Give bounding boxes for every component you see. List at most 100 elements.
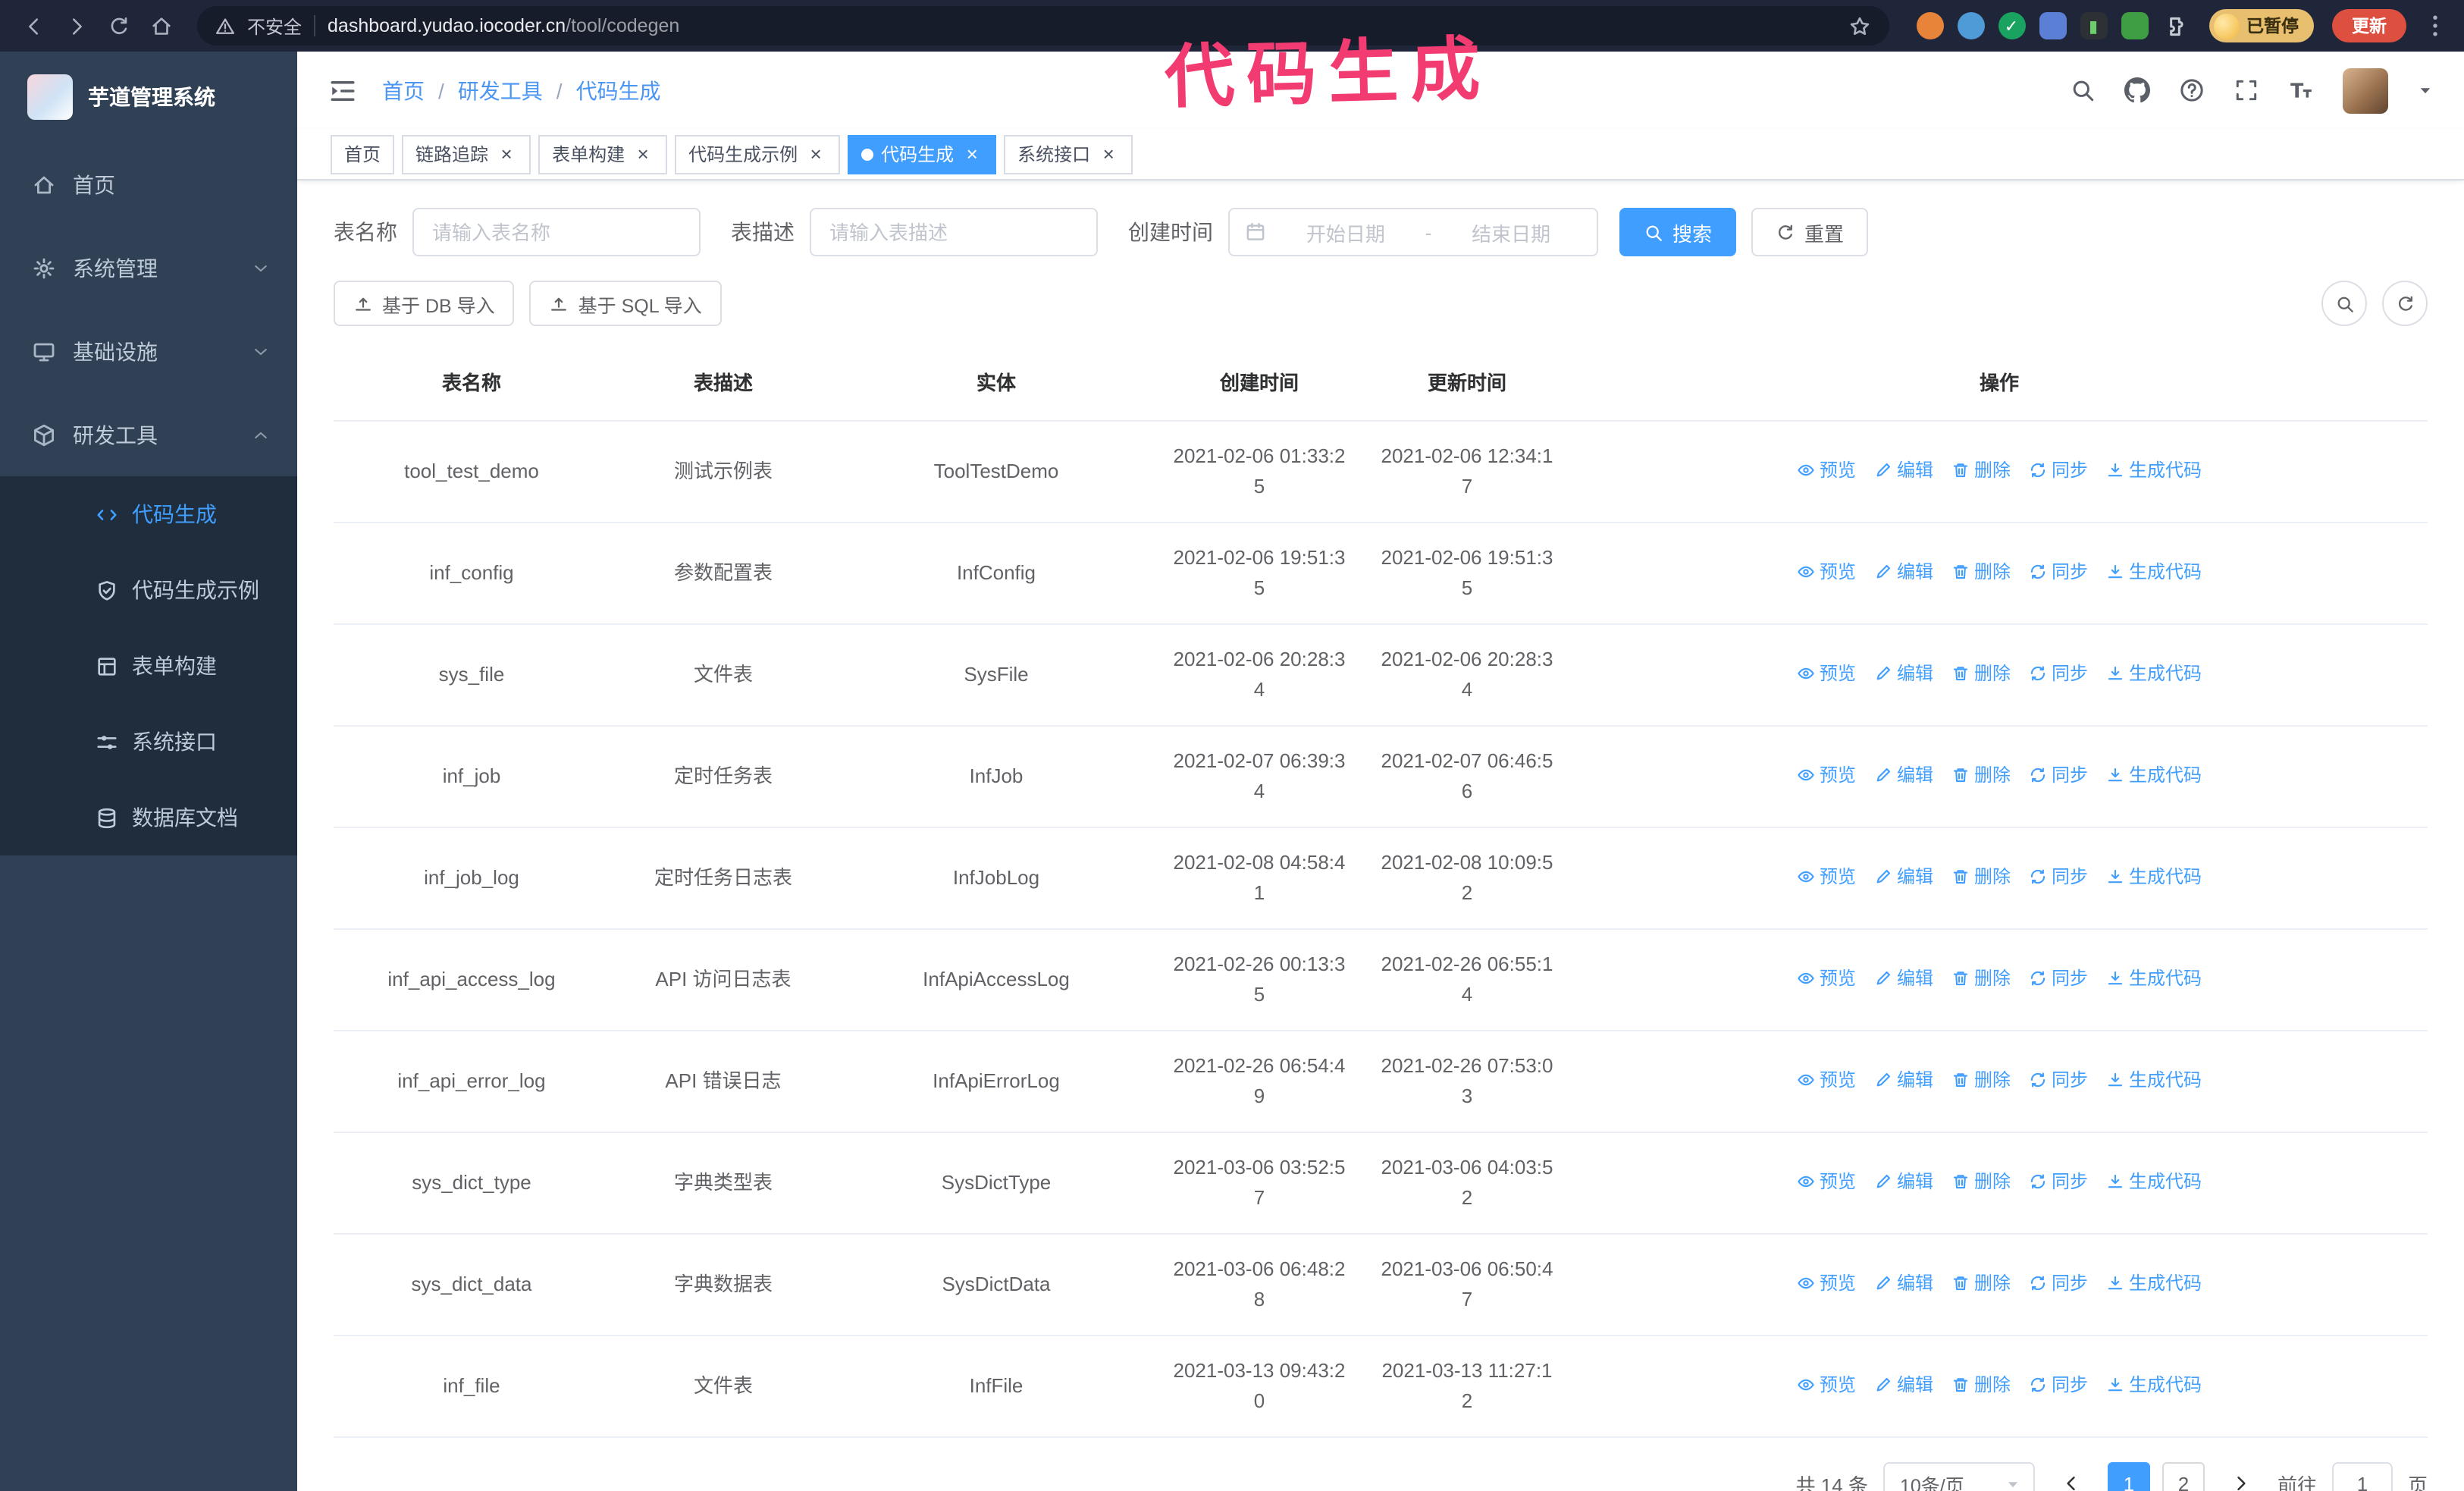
delete-link[interactable]: 删除 bbox=[1951, 1166, 2011, 1197]
tab-codegen[interactable]: 代码生成 × bbox=[848, 134, 997, 174]
help-icon[interactable] bbox=[2179, 77, 2205, 103]
edit-link[interactable]: 编辑 bbox=[1874, 1370, 1933, 1400]
table-desc-input[interactable] bbox=[810, 208, 1098, 256]
table-name-input[interactable] bbox=[412, 208, 701, 256]
delete-link[interactable]: 删除 bbox=[1951, 1268, 2011, 1298]
user-avatar[interactable] bbox=[2343, 67, 2388, 113]
sync-link[interactable]: 同步 bbox=[2029, 963, 2088, 993]
tab-close-icon[interactable]: × bbox=[1098, 143, 1119, 165]
sidebar-item-system[interactable]: 系统管理 bbox=[0, 226, 297, 309]
sidebar-item-infra[interactable]: 基础设施 bbox=[0, 309, 297, 393]
edit-link[interactable]: 编辑 bbox=[1874, 862, 1933, 892]
generate-code-link[interactable]: 生成代码 bbox=[2106, 963, 2202, 993]
sidebar-item-system-api[interactable]: 系统接口 bbox=[0, 704, 297, 780]
delete-link[interactable]: 删除 bbox=[1951, 557, 2011, 587]
date-range-picker[interactable]: 开始日期 - 结束日期 bbox=[1228, 208, 1598, 256]
edit-link[interactable]: 编辑 bbox=[1874, 760, 1933, 790]
generate-code-link[interactable]: 生成代码 bbox=[2106, 1065, 2202, 1095]
next-page-button[interactable] bbox=[2220, 1462, 2262, 1491]
font-size-icon[interactable] bbox=[2288, 77, 2314, 103]
tab-close-icon[interactable]: × bbox=[805, 143, 826, 165]
sidebar-item-codegen-example[interactable]: 代码生成示例 bbox=[0, 552, 297, 628]
address-bar[interactable]: 不安全 dashboard.yudao.iocoder.cn/tool/code… bbox=[197, 6, 1889, 46]
extension-icon[interactable] bbox=[2039, 12, 2066, 39]
prev-page-button[interactable] bbox=[2050, 1462, 2093, 1491]
sidebar-item-form-builder[interactable]: 表单构建 bbox=[0, 628, 297, 704]
tab-close-icon[interactable]: × bbox=[961, 143, 983, 165]
github-icon[interactable] bbox=[2124, 77, 2150, 103]
delete-link[interactable]: 删除 bbox=[1951, 1370, 2011, 1400]
browser-home-icon[interactable] bbox=[143, 8, 179, 44]
tab-tracing[interactable]: 链路追踪 × bbox=[402, 134, 531, 174]
edit-link[interactable]: 编辑 bbox=[1874, 1268, 1933, 1298]
delete-link[interactable]: 删除 bbox=[1951, 658, 2011, 689]
sidebar-fold-icon[interactable] bbox=[328, 75, 358, 105]
delete-link[interactable]: 删除 bbox=[1951, 963, 2011, 993]
refresh-table-button[interactable] bbox=[2382, 281, 2428, 326]
search-icon[interactable] bbox=[2070, 77, 2096, 103]
tab-home[interactable]: 首页 bbox=[331, 134, 395, 174]
page-button-1[interactable]: 1 bbox=[2107, 1462, 2150, 1491]
extension-icon[interactable] bbox=[1957, 12, 1984, 39]
edit-link[interactable]: 编辑 bbox=[1874, 963, 1933, 993]
preview-link[interactable]: 预览 bbox=[1797, 1065, 1856, 1095]
generate-code-link[interactable]: 生成代码 bbox=[2106, 455, 2202, 485]
edit-link[interactable]: 编辑 bbox=[1874, 1166, 1933, 1197]
edit-link[interactable]: 编辑 bbox=[1874, 1065, 1933, 1095]
reload-icon[interactable] bbox=[100, 8, 136, 44]
extension-icon[interactable] bbox=[2121, 12, 2148, 39]
generate-code-link[interactable]: 生成代码 bbox=[2106, 658, 2202, 689]
tab-close-icon[interactable]: × bbox=[632, 143, 654, 165]
generate-code-link[interactable]: 生成代码 bbox=[2106, 1370, 2202, 1400]
sync-link[interactable]: 同步 bbox=[2029, 1370, 2088, 1400]
end-date-placeholder[interactable]: 结束日期 bbox=[1440, 218, 1582, 246]
browser-update-button[interactable]: 更新 bbox=[2332, 9, 2406, 42]
tab-close-icon[interactable]: × bbox=[496, 143, 517, 165]
star-icon[interactable] bbox=[1848, 14, 1870, 37]
sync-link[interactable]: 同步 bbox=[2029, 1268, 2088, 1298]
tab-form-builder[interactable]: 表单构建 × bbox=[538, 134, 668, 174]
preview-link[interactable]: 预览 bbox=[1797, 1166, 1856, 1197]
edit-link[interactable]: 编辑 bbox=[1874, 455, 1933, 485]
generate-code-link[interactable]: 生成代码 bbox=[2106, 1166, 2202, 1197]
tab-system-api[interactable]: 系统接口 × bbox=[1004, 134, 1133, 174]
fullscreen-icon[interactable] bbox=[2234, 77, 2259, 103]
generate-code-link[interactable]: 生成代码 bbox=[2106, 760, 2202, 790]
generate-code-link[interactable]: 生成代码 bbox=[2106, 557, 2202, 587]
extension-icon[interactable] bbox=[1916, 12, 1943, 39]
breadcrumb-item[interactable]: 首页 bbox=[382, 75, 425, 105]
sync-link[interactable]: 同步 bbox=[2029, 557, 2088, 587]
preview-link[interactable]: 预览 bbox=[1797, 1370, 1856, 1400]
sync-link[interactable]: 同步 bbox=[2029, 1166, 2088, 1197]
edit-link[interactable]: 编辑 bbox=[1874, 658, 1933, 689]
delete-link[interactable]: 删除 bbox=[1951, 862, 2011, 892]
sync-link[interactable]: 同步 bbox=[2029, 760, 2088, 790]
back-icon[interactable] bbox=[15, 8, 52, 44]
sidebar-item-db-doc[interactable]: 数据库文档 bbox=[0, 780, 297, 855]
start-date-placeholder[interactable]: 开始日期 bbox=[1275, 218, 1416, 246]
breadcrumb-item[interactable]: 研发工具 bbox=[458, 75, 543, 105]
tab-codegen-example[interactable]: 代码生成示例 × bbox=[675, 134, 841, 174]
reset-button[interactable]: 重置 bbox=[1751, 208, 1869, 256]
preview-link[interactable]: 预览 bbox=[1797, 963, 1856, 993]
profile-paused-chip[interactable]: 已暂停 bbox=[2209, 9, 2314, 42]
delete-link[interactable]: 删除 bbox=[1951, 760, 2011, 790]
forward-icon[interactable] bbox=[58, 8, 94, 44]
sync-link[interactable]: 同步 bbox=[2029, 455, 2088, 485]
extension-icon[interactable]: ✓ bbox=[1998, 12, 2025, 39]
search-button[interactable]: 搜索 bbox=[1619, 208, 1737, 256]
sidebar-item-home[interactable]: 首页 bbox=[0, 143, 297, 226]
preview-link[interactable]: 预览 bbox=[1797, 557, 1856, 587]
preview-link[interactable]: 预览 bbox=[1797, 658, 1856, 689]
goto-page-input[interactable] bbox=[2331, 1462, 2393, 1491]
edit-link[interactable]: 编辑 bbox=[1874, 557, 1933, 587]
generate-code-link[interactable]: 生成代码 bbox=[2106, 1268, 2202, 1298]
caret-down-icon[interactable] bbox=[2417, 82, 2434, 99]
extension-icon[interactable]: ▮ bbox=[2080, 12, 2107, 39]
toggle-search-button[interactable] bbox=[2321, 281, 2367, 326]
preview-link[interactable]: 预览 bbox=[1797, 862, 1856, 892]
preview-link[interactable]: 预览 bbox=[1797, 1268, 1856, 1298]
delete-link[interactable]: 删除 bbox=[1951, 1065, 2011, 1095]
sidebar-item-codegen[interactable]: 代码生成 bbox=[0, 476, 297, 552]
generate-code-link[interactable]: 生成代码 bbox=[2106, 862, 2202, 892]
